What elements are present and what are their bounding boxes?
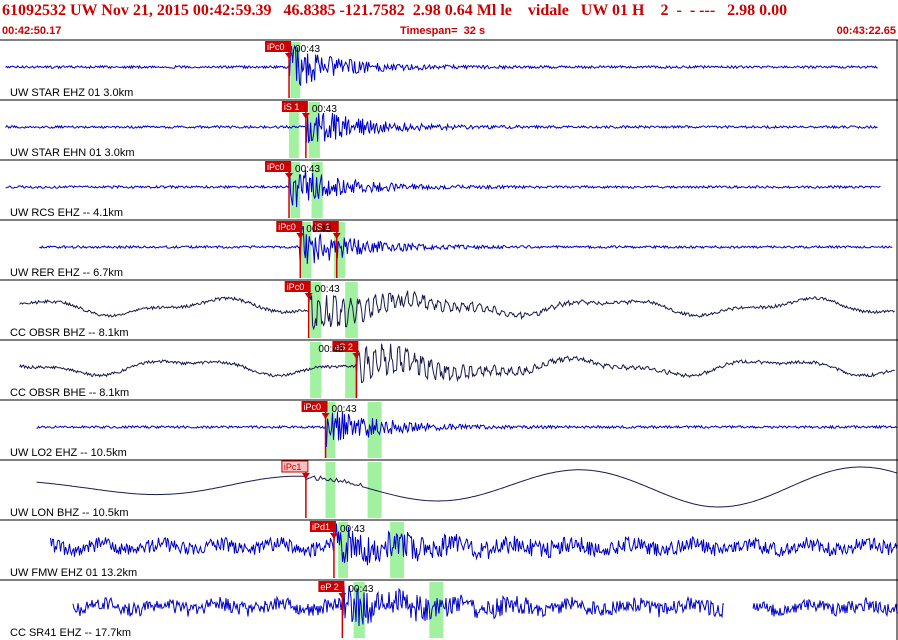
pick-marker xyxy=(301,113,310,119)
waveform-trace xyxy=(5,44,878,87)
minute-mark-label: 00:43 xyxy=(348,584,373,595)
minute-mark-label: 00:43 xyxy=(295,164,320,175)
channel-label: UW RCS EHZ -- 4.1km xyxy=(10,207,123,219)
minute-mark-label: 00:43 xyxy=(295,44,320,55)
pick-label: iPc1 xyxy=(284,462,302,472)
waveform-trace xyxy=(39,226,893,268)
channel-panel: iPc0 iS 100:43UW RER EHZ -- 6.7km xyxy=(0,219,898,279)
pick-label: iPd1 xyxy=(312,522,330,532)
arrival-window xyxy=(325,462,336,518)
channel-panel: iPc0 00:43 UW RCS EHZ -- 4.1km xyxy=(0,159,898,219)
channel-panel: iPc0 00:43 UW LO2 EHZ -- 10.5km xyxy=(0,399,898,459)
minute-mark-label: 00:43 xyxy=(340,524,365,535)
pick-label: iPc0 xyxy=(287,282,305,292)
waveform-trace xyxy=(752,597,898,618)
pick-label: iPc0 xyxy=(304,402,322,412)
waveform-trace xyxy=(36,411,898,448)
pick-label: eP 2 xyxy=(320,582,338,592)
channel-label: UW LO2 EHZ -- 10.5km xyxy=(10,447,127,459)
seismogram-plot: iPc0 00:43 UW STAR EHZ 01 3.0km iS 1 00:43 UW… xyxy=(0,39,898,640)
minute-mark-label: 00:43 xyxy=(312,104,337,115)
channel-panel: iS 1 00:43 UW STAR EHN 01 3.0km xyxy=(0,99,898,159)
waveform-trace xyxy=(19,290,895,331)
pick-label: iPc0 xyxy=(267,162,285,172)
channel-label: UW FMW EHZ 01 13.2km xyxy=(10,567,137,579)
waveform-trace xyxy=(50,523,898,566)
arrival-window xyxy=(345,282,358,338)
channel-label: UW STAR EHZ 01 3.0km xyxy=(10,87,133,99)
minute-mark-label: 00:43 xyxy=(318,344,343,355)
pick-label: iPc0 xyxy=(278,222,296,232)
channel-panel: iPc0 00:43 UW STAR EHZ 01 3.0km xyxy=(0,39,898,99)
waveform-trace xyxy=(5,112,878,144)
channel-panel: eP 2 00:43 CC SR41 EHZ -- 17.7km xyxy=(0,579,898,639)
channel-panel: iPc1 UW LON BHZ -- 10.5km xyxy=(0,459,898,519)
pick-label: iPc0 xyxy=(267,42,285,52)
minute-mark-label: 00:43 xyxy=(332,404,357,415)
waveform-trace xyxy=(5,168,881,208)
minute-mark-label: 00:43 xyxy=(306,224,331,235)
channel-label: UW RER EHZ -- 6.7km xyxy=(10,267,123,279)
channel-label: UW STAR EHN 01 3.0km xyxy=(10,147,135,159)
waveform-trace xyxy=(72,585,725,627)
waveform-trace xyxy=(19,343,895,384)
channel-label: UW LON BHZ -- 10.5km xyxy=(10,507,129,519)
minute-mark-label: 00:43 xyxy=(315,284,340,295)
channel-panel: iPd1 00:43 UW FMW EHZ 01 13.2km xyxy=(0,519,898,579)
channel-panel: eS 200:43CC OBSR BHE -- 8.1km xyxy=(0,339,898,399)
channel-label: CC SR41 EHZ -- 17.7km xyxy=(10,627,131,639)
channel-label: CC OBSR BHE -- 8.1km xyxy=(10,387,129,399)
pick-label: iS 1 xyxy=(284,102,300,112)
arrival-window xyxy=(367,402,382,458)
channel-label: CC OBSR BHZ -- 8.1km xyxy=(10,327,129,339)
channel-panel: iPc0 00:43 CC OBSR BHZ -- 8.1km xyxy=(0,279,898,339)
waveform-trace xyxy=(36,466,897,508)
